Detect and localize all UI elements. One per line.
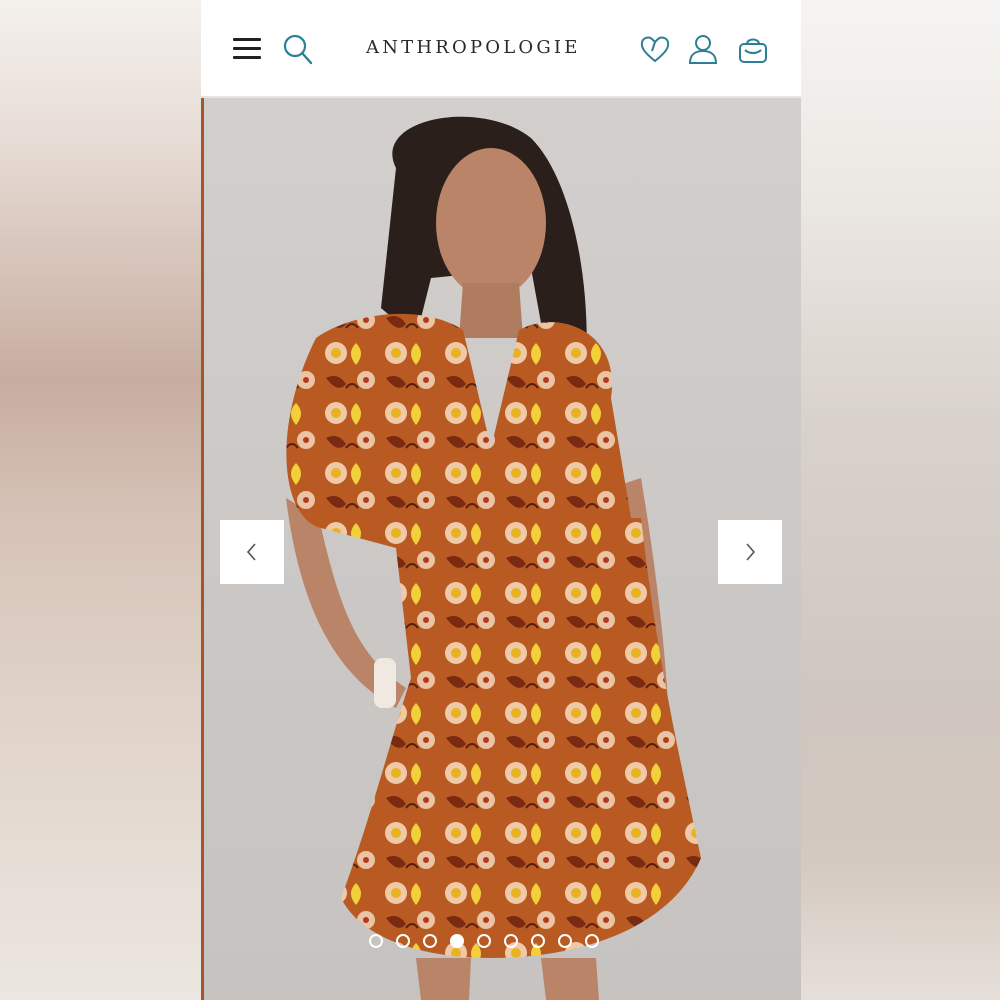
pagination-dot[interactable] <box>396 934 410 948</box>
gallery-pagination <box>369 934 599 948</box>
account-button[interactable] <box>687 33 719 65</box>
background-right-blur <box>801 0 1000 1000</box>
previous-image-button[interactable] <box>220 520 284 584</box>
product-image-gallery[interactable] <box>201 98 801 1000</box>
search-button[interactable] <box>283 34 313 66</box>
pagination-dot[interactable] <box>558 934 572 948</box>
chevron-left-icon <box>246 543 256 561</box>
bag-button[interactable] <box>737 33 769 65</box>
gallery-edge-strip <box>201 98 204 1000</box>
hamburger-line <box>233 56 261 59</box>
shopping-bag-icon <box>739 38 767 63</box>
next-image-button[interactable] <box>718 520 782 584</box>
heart-icon <box>640 36 670 63</box>
pagination-dot[interactable] <box>423 934 437 948</box>
hamburger-line <box>233 47 261 50</box>
brand-logo[interactable]: ANTHROPOLOGIE <box>366 37 616 58</box>
pagination-dot[interactable] <box>450 934 464 948</box>
pagination-dot[interactable] <box>504 934 518 948</box>
product-photo-floral-dress <box>286 116 701 1000</box>
site-header: ANTHROPOLOGIE <box>201 0 801 98</box>
user-icon <box>688 35 718 64</box>
wishlist-button[interactable] <box>639 33 671 65</box>
chevron-right-icon <box>746 543 756 561</box>
menu-button[interactable] <box>233 38 261 60</box>
pagination-dot[interactable] <box>369 934 383 948</box>
hamburger-menu-icon <box>233 38 261 41</box>
pagination-dot[interactable] <box>585 934 599 948</box>
pagination-dot[interactable] <box>477 934 491 948</box>
search-icon <box>283 34 313 65</box>
pagination-dot[interactable] <box>531 934 545 948</box>
background-left-blur <box>0 0 201 1000</box>
mobile-screen: ANTHROPOLOGIE <box>201 0 801 1000</box>
